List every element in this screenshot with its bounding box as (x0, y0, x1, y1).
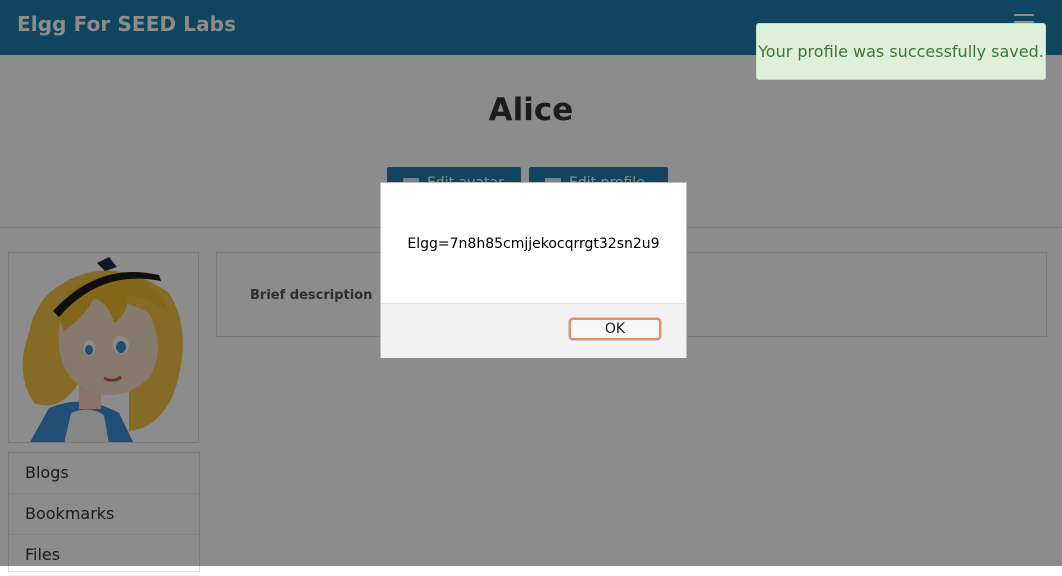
alert-footer: OK (381, 303, 686, 358)
success-notification[interactable]: Your profile was successfully saved. (756, 23, 1046, 80)
alert-message: Elgg=7n8h85cmjjekocqrrgt32sn2u9 (407, 236, 660, 252)
alert-dialog: Elgg=7n8h85cmjjekocqrrgt32sn2u9 OK (380, 182, 687, 358)
ok-button[interactable]: OK (569, 318, 661, 340)
